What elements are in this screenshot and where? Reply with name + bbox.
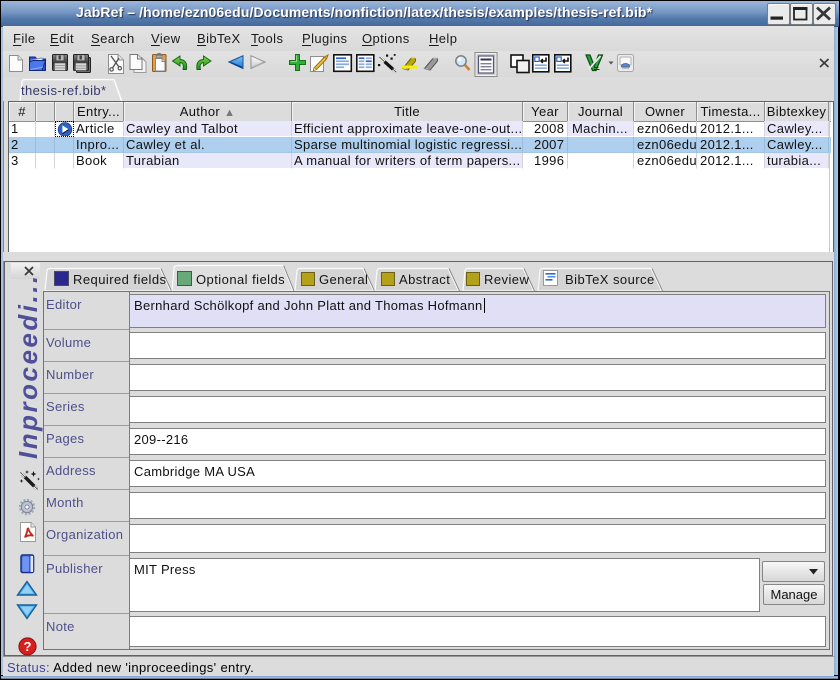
- svg-text:?: ?: [24, 639, 32, 654]
